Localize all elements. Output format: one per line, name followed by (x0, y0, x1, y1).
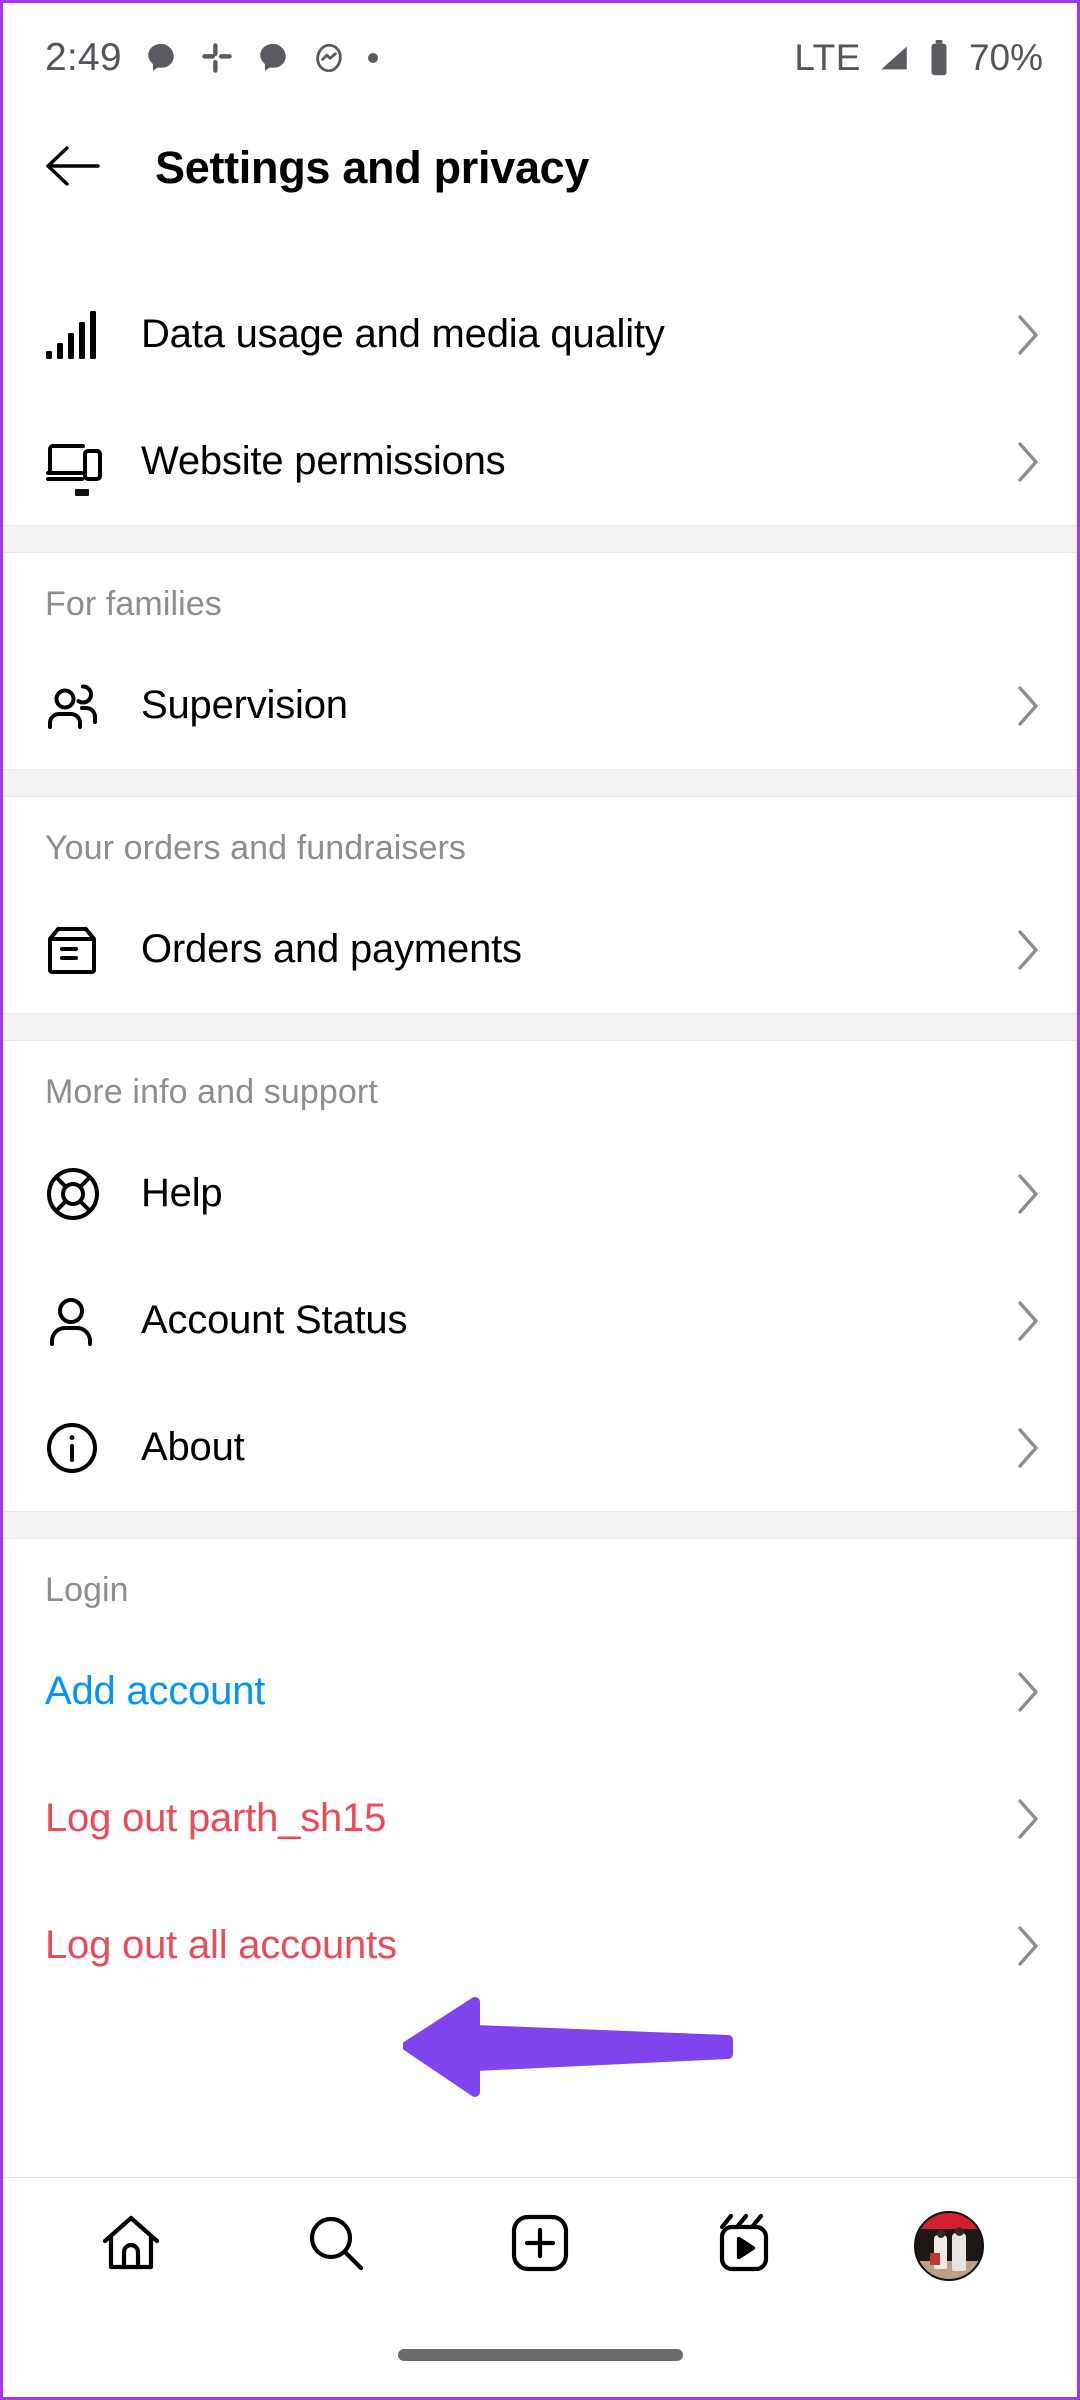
settings-row-label: Data usage and media quality (141, 312, 665, 356)
settings-row-about[interactable]: About (3, 1384, 1077, 1511)
gesture-bar-area (3, 2313, 1077, 2397)
dot-icon (367, 53, 378, 63)
status-bar-clock: 2:49 (45, 36, 122, 79)
arrow-left-icon (43, 141, 105, 196)
avatar-person-left-head (936, 2229, 945, 2238)
activity-circle-icon (312, 41, 346, 75)
settings-row-label: Account Status (141, 1298, 408, 1342)
network-label: LTE (794, 37, 861, 78)
battery-icon (927, 40, 951, 76)
reels-icon (717, 2213, 771, 2278)
people-icon (45, 680, 113, 732)
chevron-right-icon (1001, 440, 1041, 484)
section-divider (3, 525, 1077, 553)
page-header: Settings and privacy (3, 113, 1077, 223)
chevron-right-icon (1001, 1172, 1041, 1216)
settings-row-label: Supervision (141, 683, 348, 727)
settings-row-label: Add account (45, 1669, 266, 1713)
chevron-right-icon (1001, 1924, 1041, 1968)
nav-reels-button[interactable] (684, 2191, 804, 2301)
avatar-bag (929, 2252, 940, 2265)
settings-row-label: Help (141, 1171, 223, 1215)
section-divider (3, 1511, 1077, 1539)
scrolled-off-row-sliver (75, 489, 89, 496)
chevron-right-icon (1001, 1299, 1041, 1343)
settings-row-orders-and-payments[interactable]: Orders and payments (3, 886, 1077, 1013)
settings-row-supervision[interactable]: Supervision (3, 642, 1077, 769)
settings-row-log-out-user[interactable]: Log out parth_sh15 (3, 1755, 1077, 1882)
status-bar: 2:49 LTE 70% (3, 3, 1077, 113)
nav-create-button[interactable] (480, 2191, 600, 2301)
chevron-right-icon (1001, 1426, 1041, 1470)
section-title: Login (45, 1571, 129, 1609)
settings-section: Data usage and media quality Website per… (3, 223, 1077, 525)
settings-row-data-usage[interactable]: Data usage and media quality (3, 271, 1077, 398)
create-plus-icon (510, 2213, 570, 2278)
settings-row-label: Orders and payments (141, 927, 522, 971)
signal-bars-icon (45, 309, 113, 361)
section-divider (3, 769, 1077, 797)
settings-section-login: Login Add account Log out parth_sh15 Log… (3, 1539, 1077, 2009)
section-title: For families (45, 585, 222, 623)
chevron-right-icon (1001, 1797, 1041, 1841)
status-bar-right: LTE 70% (794, 37, 1043, 79)
home-icon (100, 2214, 162, 2277)
section-title: Your orders and fundraisers (45, 829, 467, 867)
settings-section-orders: Your orders and fundraisers Orders and p… (3, 797, 1077, 1013)
chat-bubble-icon (144, 41, 178, 75)
section-divider (3, 1013, 1077, 1041)
devices-icon (45, 437, 113, 487)
avatar-person-right (951, 2232, 966, 2271)
settings-row-account-status[interactable]: Account Status (3, 1257, 1077, 1384)
chevron-right-icon (1001, 1670, 1041, 1714)
search-icon (306, 2213, 366, 2278)
page-title: Settings and privacy (155, 142, 590, 193)
settings-row-label: Website permissions (141, 439, 506, 483)
chevron-right-icon (1001, 684, 1041, 728)
settings-section-more-info: More info and support Help Account Statu… (3, 1041, 1077, 1511)
profile-avatar (913, 2210, 984, 2281)
avatar-banner (915, 2212, 982, 2229)
nav-search-button[interactable] (276, 2191, 396, 2301)
phone-screen: 2:49 LTE 70% Settings and privacy Data u… (0, 0, 1080, 2400)
avatar-person-right-head (954, 2226, 964, 2236)
battery-percent: 70% (968, 37, 1043, 78)
settings-row-log-out-all-accounts[interactable]: Log out all accounts (3, 1882, 1077, 2009)
slack-icon (200, 41, 234, 75)
chevron-right-icon (1001, 313, 1041, 357)
settings-row-help[interactable]: Help (3, 1130, 1077, 1257)
avatar-floor (915, 2260, 982, 2279)
settings-row-label: Log out all accounts (45, 1923, 397, 1967)
chat-bubble-icon (256, 41, 290, 75)
nav-profile-button[interactable] (889, 2191, 1009, 2301)
chevron-right-icon (1001, 928, 1041, 972)
home-indicator[interactable] (397, 2349, 683, 2361)
settings-list[interactable]: Data usage and media quality Website per… (3, 223, 1077, 2177)
settings-row-label: About (141, 1425, 245, 1469)
settings-section-for-families: For families Supervision (3, 553, 1077, 769)
person-icon (45, 1294, 113, 1348)
settings-row-website-permissions[interactable]: Website permissions (3, 398, 1077, 525)
nav-home-button[interactable] (71, 2191, 191, 2301)
settings-row-add-account[interactable]: Add account (3, 1628, 1077, 1755)
life-ring-icon (45, 1166, 113, 1222)
back-button[interactable] (41, 135, 107, 201)
bottom-navigation-bar (3, 2177, 1077, 2313)
section-title: More info and support (45, 1073, 378, 1111)
signal-triangle-icon (875, 41, 913, 75)
box-icon (45, 923, 113, 977)
info-circle-icon (45, 1421, 113, 1475)
status-bar-left: 2:49 (45, 36, 378, 80)
settings-row-label: Log out parth_sh15 (45, 1796, 387, 1840)
